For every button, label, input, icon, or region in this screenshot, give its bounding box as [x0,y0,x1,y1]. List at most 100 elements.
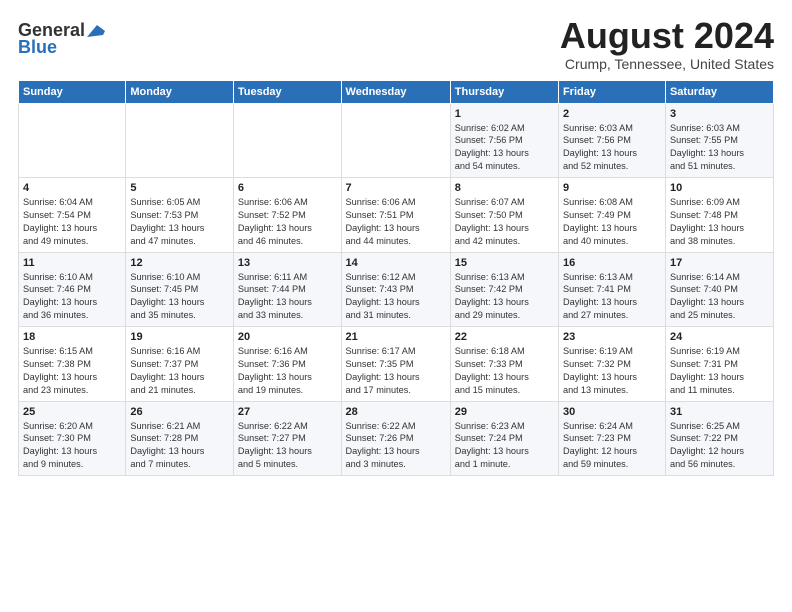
day-number: 11 [23,257,121,269]
day-cell: 3 Sunrise: 6:03 AM Sunset: 7:55 PM Daylig… [665,103,773,178]
day-number: 19 [130,331,229,343]
day-cell: 14 Sunrise: 6:12 AM Sunset: 7:43 PM Dayli… [341,252,450,327]
day-cell: 1 Sunrise: 6:02 AM Sunset: 7:56 PM Daylig… [450,103,558,178]
day-number: 4 [23,182,121,194]
day-number: 25 [23,406,121,418]
day-detail: Sunrise: 6:04 AM Sunset: 7:54 PM Dayligh… [23,196,121,248]
day-number: 30 [563,406,661,418]
day-number: 26 [130,406,229,418]
day-detail: Sunrise: 6:24 AM Sunset: 7:23 PM Dayligh… [563,420,661,472]
day-cell: 6Sunrise: 6:06 AM Sunset: 7:52 PM Daylig… [233,178,341,253]
logo: General Blue [18,20,109,58]
day-cell: 26Sunrise: 6:21 AM Sunset: 7:28 PM Dayli… [126,401,234,476]
day-cell: 8 Sunrise: 6:07 AM Sunset: 7:50 PM Daylig… [450,178,558,253]
logo-blue-text: Blue [18,37,57,58]
day-detail: Sunrise: 6:22 AM Sunset: 7:26 PM Dayligh… [346,420,446,472]
day-cell: 17Sunrise: 6:14 AM Sunset: 7:40 PM Dayli… [665,252,773,327]
week-row-3: 11 Sunrise: 6:10 AM Sunset: 7:46 PM Dayli… [19,252,774,327]
day-detail: Sunrise: 6:14 AM Sunset: 7:40 PM Dayligh… [670,271,769,323]
col-header-friday: Friday [558,80,665,103]
day-number: 12 [130,257,229,269]
day-cell: 29 Sunrise: 6:23 AM Sunset: 7:24 PM Dayli… [450,401,558,476]
day-detail: Sunrise: 6:02 AM Sunset: 7:56 PM Dayligh… [455,122,554,174]
day-cell: 31Sunrise: 6:25 AM Sunset: 7:22 PM Dayli… [665,401,773,476]
subtitle: Crump, Tennessee, United States [560,56,774,72]
day-detail: Sunrise: 6:09 AM Sunset: 7:48 PM Dayligh… [670,196,769,248]
col-header-wednesday: Wednesday [341,80,450,103]
day-number: 18 [23,331,121,343]
day-cell: 30 Sunrise: 6:24 AM Sunset: 7:23 PM Dayli… [558,401,665,476]
day-detail: Sunrise: 6:03 AM Sunset: 7:55 PM Dayligh… [670,122,769,174]
header: General Blue August 2024 Crump, Tennesse… [18,16,774,72]
day-cell: 27 Sunrise: 6:22 AM Sunset: 7:27 PM Dayli… [233,401,341,476]
day-number: 24 [670,331,769,343]
logo-bird-icon [87,23,109,39]
day-cell: 16 Sunrise: 6:13 AM Sunset: 7:41 PM Dayli… [558,252,665,327]
title-block: August 2024 Crump, Tennessee, United Sta… [560,16,774,72]
week-row-5: 25Sunrise: 6:20 AM Sunset: 7:30 PM Dayli… [19,401,774,476]
day-cell: 18 Sunrise: 6:15 AM Sunset: 7:38 PM Dayli… [19,327,126,402]
day-detail: Sunrise: 6:16 AM Sunset: 7:37 PM Dayligh… [130,345,229,397]
day-number: 27 [238,406,337,418]
day-number: 15 [455,257,554,269]
day-cell [126,103,234,178]
day-cell: 7Sunrise: 6:06 AM Sunset: 7:51 PM Daylig… [341,178,450,253]
day-detail: Sunrise: 6:13 AM Sunset: 7:41 PM Dayligh… [563,271,661,323]
day-detail: Sunrise: 6:16 AM Sunset: 7:36 PM Dayligh… [238,345,337,397]
day-cell: 11 Sunrise: 6:10 AM Sunset: 7:46 PM Dayli… [19,252,126,327]
col-header-tuesday: Tuesday [233,80,341,103]
day-detail: Sunrise: 6:18 AM Sunset: 7:33 PM Dayligh… [455,345,554,397]
day-number: 21 [346,331,446,343]
day-detail: Sunrise: 6:22 AM Sunset: 7:27 PM Dayligh… [238,420,337,472]
day-cell: 21 Sunrise: 6:17 AM Sunset: 7:35 PM Dayli… [341,327,450,402]
col-header-thursday: Thursday [450,80,558,103]
calendar-table: SundayMondayTuesdayWednesdayThursdayFrid… [18,80,774,477]
day-detail: Sunrise: 6:07 AM Sunset: 7:50 PM Dayligh… [455,196,554,248]
day-cell: 2 Sunrise: 6:03 AM Sunset: 7:56 PM Daylig… [558,103,665,178]
day-detail: Sunrise: 6:11 AM Sunset: 7:44 PM Dayligh… [238,271,337,323]
day-number: 1 [455,108,554,120]
day-cell: 19 Sunrise: 6:16 AM Sunset: 7:37 PM Dayli… [126,327,234,402]
week-row-4: 18 Sunrise: 6:15 AM Sunset: 7:38 PM Dayli… [19,327,774,402]
day-cell: 10Sunrise: 6:09 AM Sunset: 7:48 PM Dayli… [665,178,773,253]
day-number: 3 [670,108,769,120]
day-detail: Sunrise: 6:23 AM Sunset: 7:24 PM Dayligh… [455,420,554,472]
main-title: August 2024 [560,16,774,56]
calendar-header-row: SundayMondayTuesdayWednesdayThursdayFrid… [19,80,774,103]
day-detail: Sunrise: 6:15 AM Sunset: 7:38 PM Dayligh… [23,345,121,397]
day-cell: 24Sunrise: 6:19 AM Sunset: 7:31 PM Dayli… [665,327,773,402]
day-detail: Sunrise: 6:12 AM Sunset: 7:43 PM Dayligh… [346,271,446,323]
day-cell: 12Sunrise: 6:10 AM Sunset: 7:45 PM Dayli… [126,252,234,327]
day-number: 16 [563,257,661,269]
day-detail: Sunrise: 6:10 AM Sunset: 7:46 PM Dayligh… [23,271,121,323]
day-number: 22 [455,331,554,343]
day-detail: Sunrise: 6:06 AM Sunset: 7:52 PM Dayligh… [238,196,337,248]
day-number: 28 [346,406,446,418]
day-cell: 22 Sunrise: 6:18 AM Sunset: 7:33 PM Dayli… [450,327,558,402]
day-number: 9 [563,182,661,194]
day-cell: 15 Sunrise: 6:13 AM Sunset: 7:42 PM Dayli… [450,252,558,327]
day-number: 29 [455,406,554,418]
day-cell: 25Sunrise: 6:20 AM Sunset: 7:30 PM Dayli… [19,401,126,476]
week-row-2: 4 Sunrise: 6:04 AM Sunset: 7:54 PM Daylig… [19,178,774,253]
day-detail: Sunrise: 6:17 AM Sunset: 7:35 PM Dayligh… [346,345,446,397]
day-cell: 9 Sunrise: 6:08 AM Sunset: 7:49 PM Daylig… [558,178,665,253]
day-number: 14 [346,257,446,269]
week-row-1: 1 Sunrise: 6:02 AM Sunset: 7:56 PM Daylig… [19,103,774,178]
day-cell [341,103,450,178]
day-detail: Sunrise: 6:03 AM Sunset: 7:56 PM Dayligh… [563,122,661,174]
day-number: 5 [130,182,229,194]
day-number: 7 [346,182,446,194]
day-number: 8 [455,182,554,194]
day-number: 20 [238,331,337,343]
day-number: 13 [238,257,337,269]
day-cell: 23Sunrise: 6:19 AM Sunset: 7:32 PM Dayli… [558,327,665,402]
day-cell: 4 Sunrise: 6:04 AM Sunset: 7:54 PM Daylig… [19,178,126,253]
day-detail: Sunrise: 6:13 AM Sunset: 7:42 PM Dayligh… [455,271,554,323]
day-detail: Sunrise: 6:08 AM Sunset: 7:49 PM Dayligh… [563,196,661,248]
day-detail: Sunrise: 6:25 AM Sunset: 7:22 PM Dayligh… [670,420,769,472]
day-cell: 28 Sunrise: 6:22 AM Sunset: 7:26 PM Dayli… [341,401,450,476]
day-detail: Sunrise: 6:19 AM Sunset: 7:32 PM Dayligh… [563,345,661,397]
day-number: 2 [563,108,661,120]
day-cell [233,103,341,178]
